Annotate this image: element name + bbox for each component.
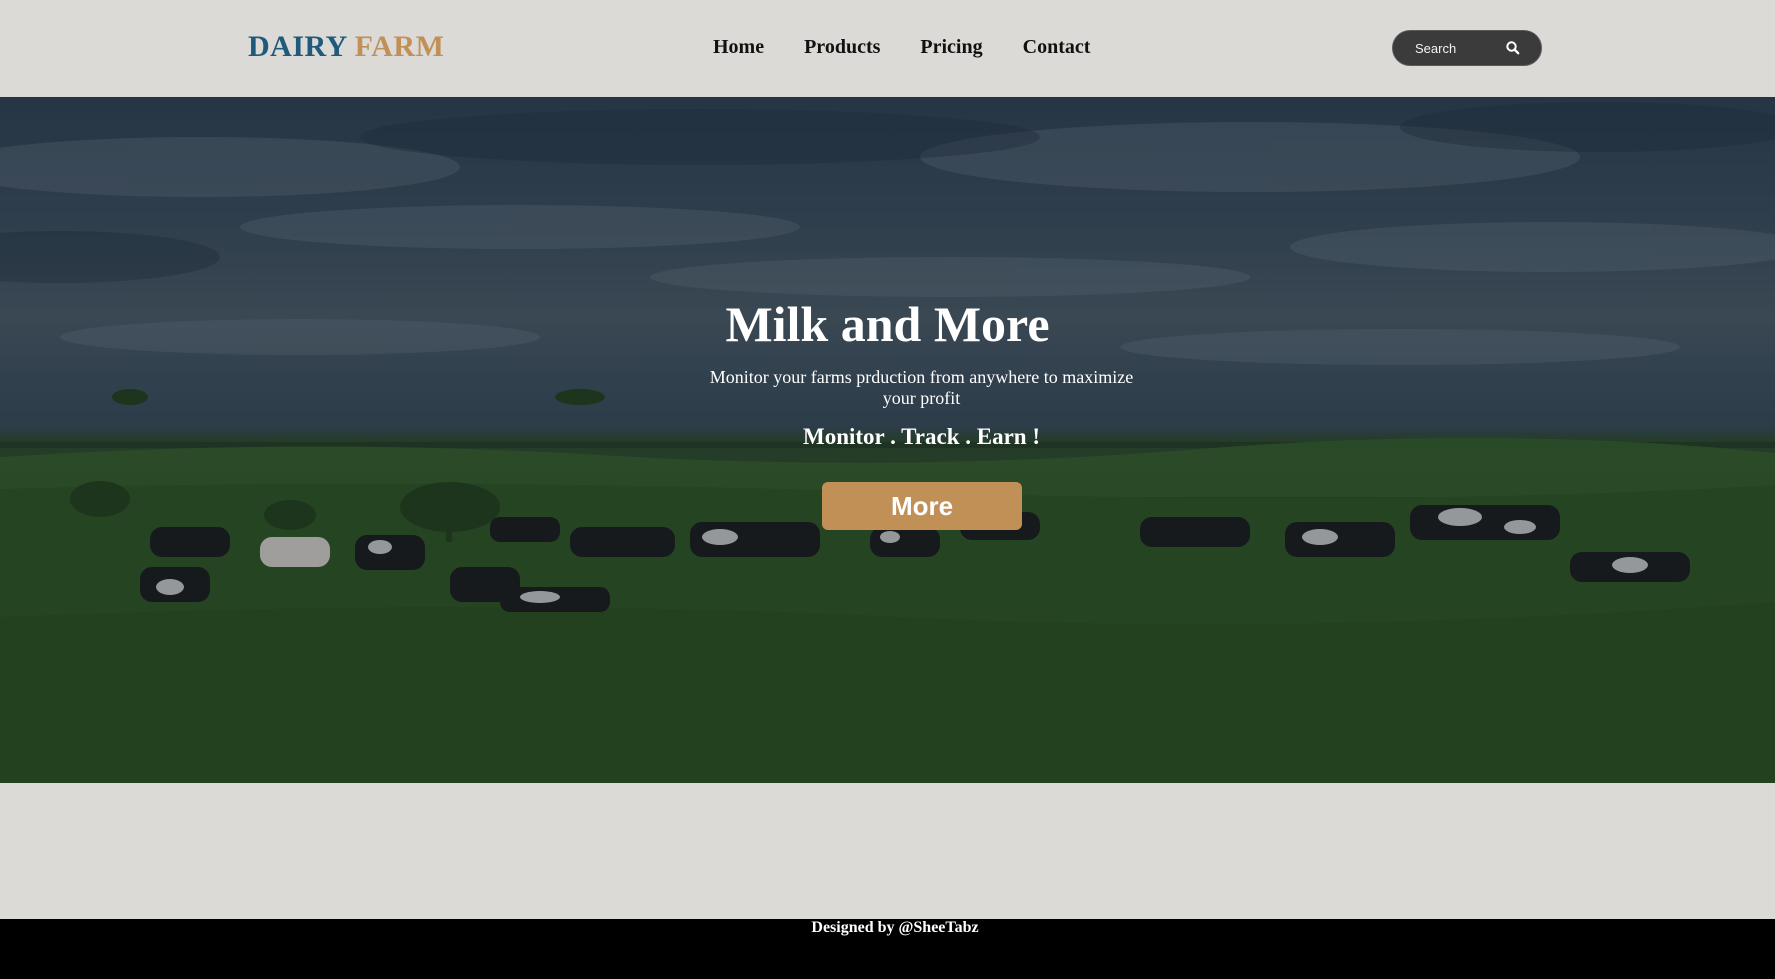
brand-logo[interactable]: DAIRY FARM [248, 30, 444, 64]
footer-credit: Designed by @SheeTabz [811, 919, 979, 936]
page: DAIRY FARM Home Products Pricing Contact [0, 0, 1775, 979]
nav-link-products[interactable]: Products [804, 36, 880, 59]
hero-tagline: Monitor . Track . Earn ! [802, 424, 1041, 449]
search-box [1392, 30, 1542, 66]
search-icon[interactable] [1505, 40, 1521, 56]
search-input[interactable] [1415, 31, 1505, 65]
hero-title: Milk and More [725, 296, 1050, 352]
hero-subtitle: Monitor your farms prduction from anywhe… [709, 367, 1134, 408]
brand-word-farm: FARM [354, 30, 445, 63]
brand-word-dairy: DAIRY [248, 30, 347, 63]
nav-link-home[interactable]: Home [713, 36, 764, 59]
site-header: DAIRY FARM Home Products Pricing Contact [0, 0, 1775, 97]
nav-link-contact[interactable]: Contact [1023, 36, 1091, 59]
nav-link-pricing[interactable]: Pricing [920, 36, 982, 59]
more-button[interactable]: More [822, 482, 1022, 530]
site-footer: Designed by @SheeTabz [0, 919, 1775, 979]
main-nav: Home Products Pricing Contact [713, 36, 1090, 59]
hero-banner: Milk and More Monitor your farms prducti… [0, 97, 1775, 783]
